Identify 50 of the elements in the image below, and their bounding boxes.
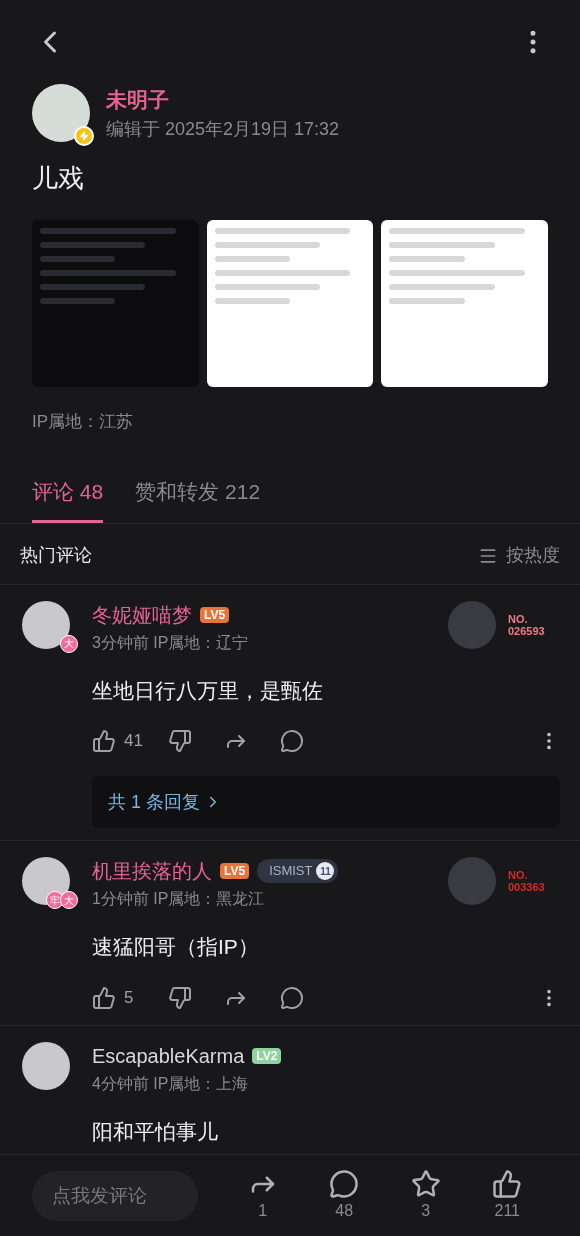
replies-link[interactable]: 共 1 条回复 (92, 776, 560, 828)
tab[interactable]: 评论 48 (32, 476, 104, 523)
comment-text: 坐地日行八万里，是甄佐 (92, 677, 324, 704)
level-badge: LV5 (200, 606, 230, 623)
fan-number: NO. 003363 (508, 869, 546, 893)
favorites-button[interactable]: 3 (410, 1168, 441, 1223)
avatar-badge: 大 (60, 634, 78, 653)
user-avatar[interactable] (22, 1041, 70, 1090)
comment-input[interactable]: 点我发评论 (32, 1170, 198, 1221)
comment-meta: 1分钟前 IP属地：黑龙江 (92, 889, 266, 909)
like-icon (492, 1168, 523, 1199)
section-title: 热门评论 (20, 544, 92, 567)
fan-number: NO. 026593 (508, 612, 546, 637)
author-name[interactable]: 未明子 (106, 84, 340, 116)
like-icon[interactable] (92, 729, 116, 753)
likes-button[interactable]: 211 (492, 1168, 523, 1223)
image-thumbnail[interactable] (32, 219, 199, 387)
username[interactable]: EscapableKarma (92, 1040, 245, 1071)
comment-icon (329, 1168, 360, 1199)
like-count: 5 (124, 986, 135, 1009)
username[interactable]: 冬妮娅喵梦 (92, 599, 192, 630)
sort-button[interactable]: 按热度 (478, 542, 560, 569)
dislike-icon[interactable] (168, 729, 192, 753)
tab[interactable]: 赞和转发 212 (135, 476, 261, 523)
medal-count: 11 (316, 862, 335, 880)
like-count: 41 (124, 730, 144, 753)
verified-badge (74, 126, 94, 147)
dislike-icon[interactable] (168, 985, 192, 1010)
comment-text: 速猛阳哥（指IP） (92, 934, 260, 960)
image-thumbnail[interactable] (206, 219, 374, 387)
comment-meta: 4分钟前 IP属地：上海 (92, 1073, 250, 1094)
comment-meta: 3分钟前 IP属地：辽宁 (92, 632, 250, 653)
reply-icon[interactable] (280, 729, 304, 753)
edit-time: 编辑于 2025年2月19日 17:32 (106, 117, 340, 141)
level-badge: LV5 (220, 863, 250, 879)
medal-label: ISMIST (269, 862, 313, 881)
character-decoration (448, 600, 496, 649)
star-icon (410, 1168, 441, 1199)
username[interactable]: 机里挨落的人 (92, 856, 212, 886)
avatar-badge: 大 (60, 891, 78, 909)
level-badge: LV2 (252, 1047, 282, 1064)
image-thumbnail[interactable] (381, 219, 548, 387)
reply-icon[interactable] (280, 985, 304, 1010)
ip-location: IP属地：江苏 (31, 410, 135, 433)
post-title: 儿戏 (31, 161, 85, 195)
like-icon[interactable] (92, 985, 116, 1010)
comments-button[interactable]: 48 (329, 1168, 360, 1223)
character-decoration (448, 857, 496, 905)
comment-text: 阳和平怕事儿 (92, 1118, 219, 1145)
share-button[interactable]: 1 (247, 1168, 278, 1223)
